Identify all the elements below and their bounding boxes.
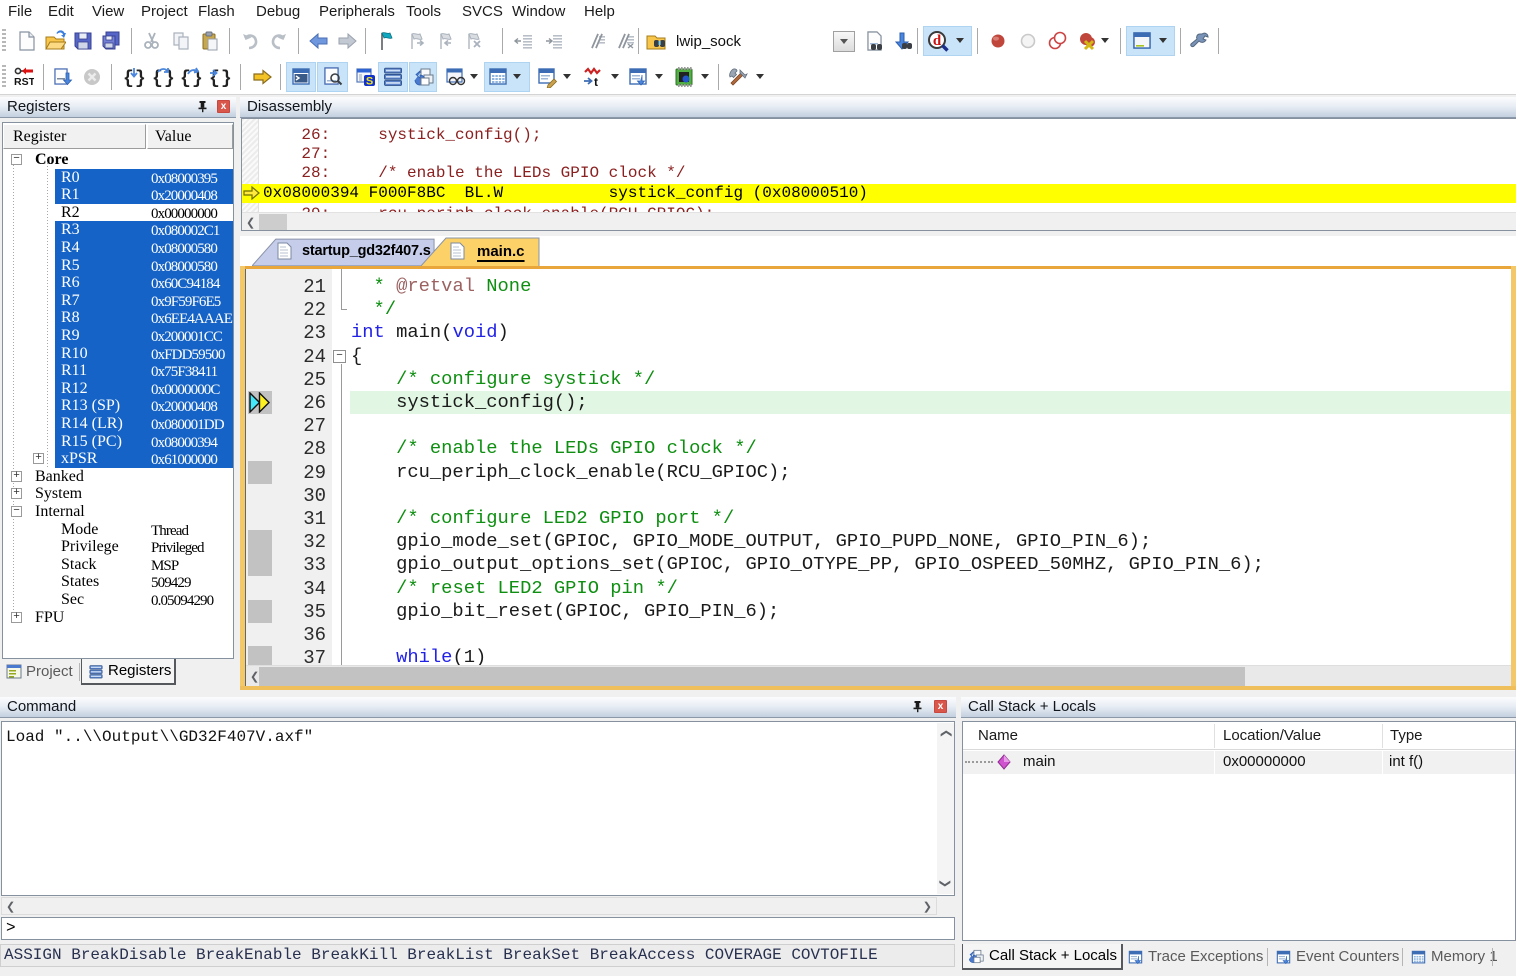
svg-text:RST: RST <box>14 76 34 88</box>
svg-text:S: S <box>366 76 373 88</box>
svg-text:t: t <box>594 75 598 88</box>
svg-text:{: { <box>123 69 134 88</box>
svg-text:}: } <box>221 69 231 88</box>
svg-text:d: d <box>933 33 942 49</box>
svg-text:}: } <box>135 69 145 88</box>
svg-text:{: { <box>152 69 163 88</box>
